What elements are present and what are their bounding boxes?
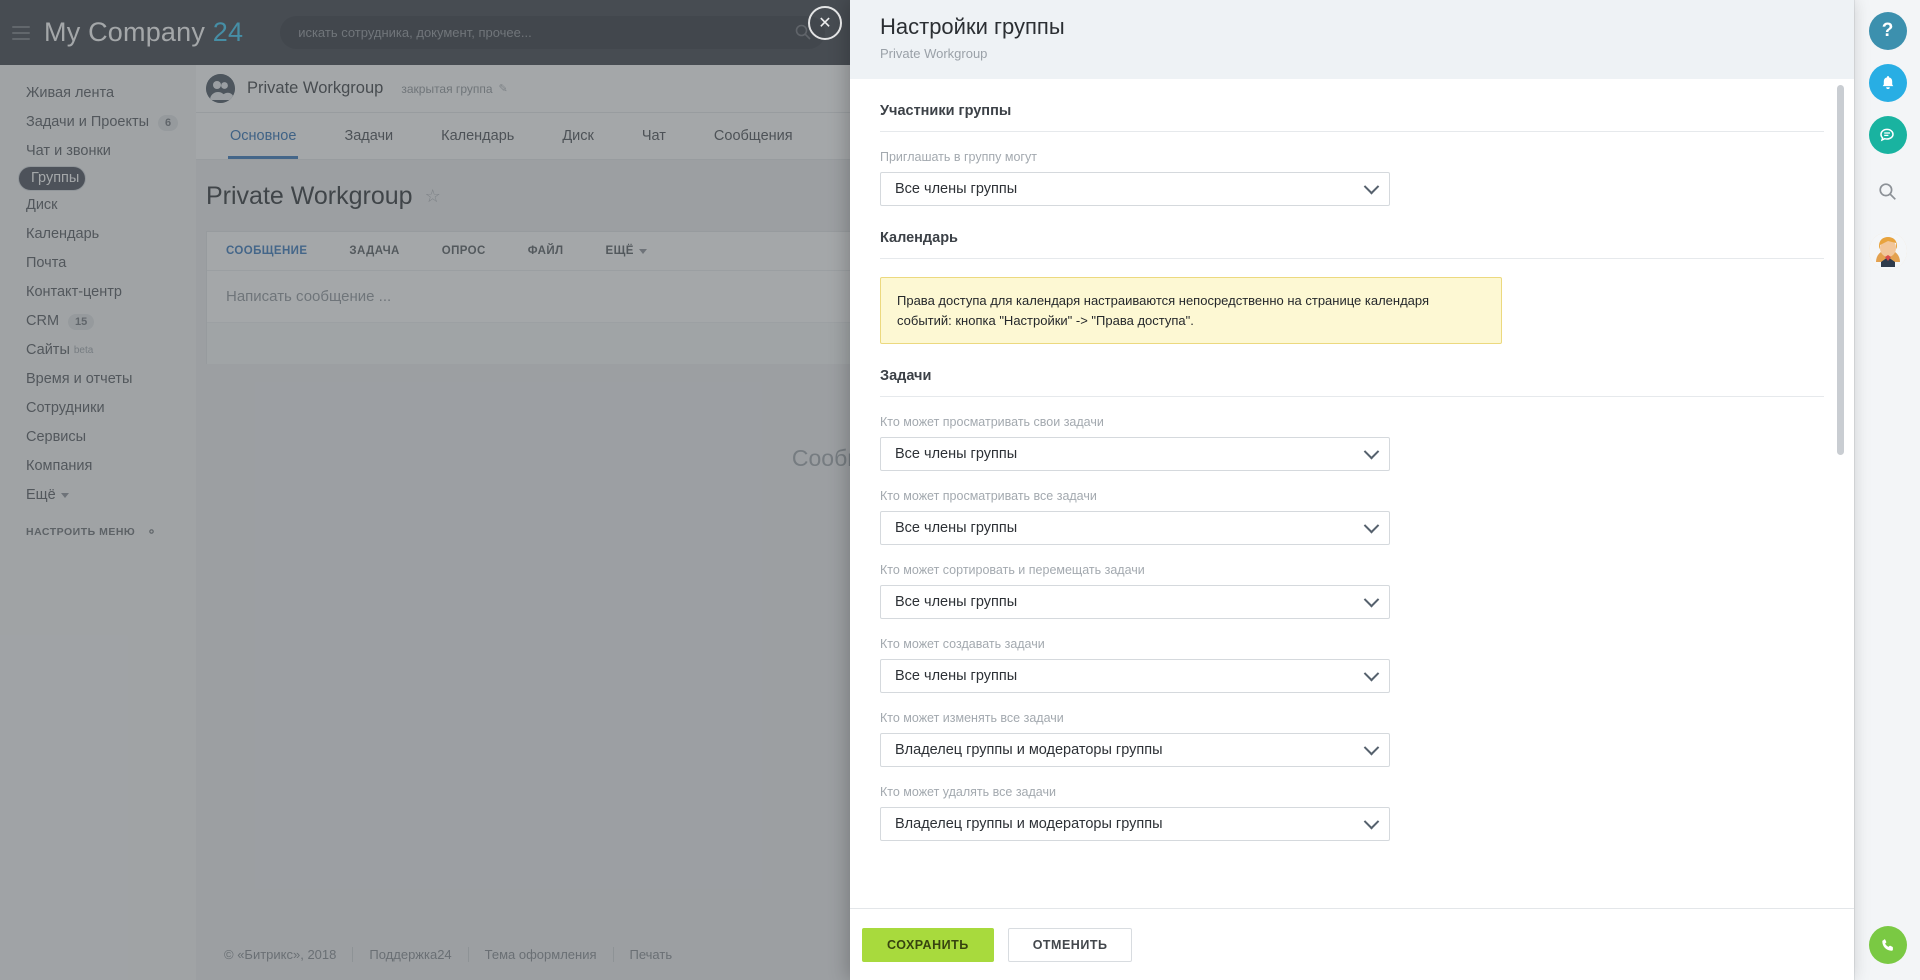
permission-select[interactable]: Владелец группы и модераторы группы [880, 807, 1390, 841]
chevron-down-icon [1364, 739, 1380, 755]
settings-field: Кто может просматривать свои задачи Все ч… [880, 397, 1824, 471]
settings-field: Кто может удалять все задачи Владелец гру… [880, 767, 1824, 841]
right-icon-rail: ? [1854, 0, 1920, 980]
chevron-down-icon [1364, 813, 1380, 829]
permission-select-value: Все члены группы [895, 668, 1017, 684]
field-label: Кто может просматривать свои задачи [880, 415, 1824, 429]
settings-field: Приглашать в группу могут Все члены групп… [880, 132, 1824, 206]
modal-footer: СОХРАНИТЬ ОТМЕНИТЬ [850, 908, 1854, 980]
calendar-notice: Права доступа для календаря настраиваютс… [880, 277, 1502, 344]
permission-select-value: Все члены группы [895, 594, 1017, 610]
permission-select-value: Владелец группы и модераторы группы [895, 816, 1163, 832]
permission-select-value: Все члены группы [895, 181, 1017, 197]
permission-select-value: Владелец группы и модераторы группы [895, 742, 1163, 758]
field-label: Приглашать в группу могут [880, 150, 1824, 164]
search-icon[interactable] [1869, 172, 1907, 210]
chevron-down-icon [1364, 443, 1380, 459]
chevron-down-icon [1364, 591, 1380, 607]
permission-select-value: Все члены группы [895, 520, 1017, 536]
help-label: ? [1882, 20, 1894, 42]
permission-select[interactable]: Все члены группы [880, 659, 1390, 693]
permission-select[interactable]: Все члены группы [880, 585, 1390, 619]
chevron-down-icon [1364, 665, 1380, 681]
chat-bubble-icon[interactable] [1869, 116, 1907, 154]
app-root: My Company 24 Живая лентаЗадачи и Проект… [0, 0, 1920, 980]
close-icon[interactable]: ✕ [808, 6, 842, 40]
settings-field: Кто может создавать задачи Все члены груп… [880, 619, 1824, 693]
modal-subtitle: Private Workgroup [880, 46, 1824, 61]
chevron-down-icon [1364, 178, 1380, 194]
field-label: Кто может сортировать и перемещать задач… [880, 563, 1824, 577]
cancel-button[interactable]: ОТМЕНИТЬ [1008, 928, 1133, 962]
group-settings-modal: ✕ Настройки группы Private Workgroup Уча… [850, 0, 1854, 980]
permission-select[interactable]: Все члены группы [880, 511, 1390, 545]
section-title: Задачи [880, 344, 1824, 397]
permission-select[interactable]: Все члены группы [880, 172, 1390, 206]
field-label: Кто может просматривать все задачи [880, 489, 1824, 503]
permission-select-value: Все члены группы [895, 446, 1017, 462]
field-label: Кто может удалять все задачи [880, 785, 1824, 799]
section-title: Календарь [880, 206, 1824, 259]
modal-body: Участники группыПриглашать в группу могу… [850, 79, 1854, 908]
phone-icon[interactable] [1869, 926, 1907, 964]
chevron-down-icon [1364, 517, 1380, 533]
modal-scrollbar-thumb[interactable] [1837, 85, 1844, 455]
section-title: Участники группы [880, 79, 1824, 132]
help-icon[interactable]: ? [1869, 12, 1907, 50]
modal-bottom-spacer [880, 841, 1824, 881]
permission-select[interactable]: Все члены группы [880, 437, 1390, 471]
modal-title: Настройки группы [880, 14, 1824, 40]
modal-scrollbar[interactable] [1837, 85, 1844, 845]
field-label: Кто может создавать задачи [880, 637, 1824, 651]
bell-icon[interactable] [1869, 64, 1907, 102]
field-label: Кто может изменять все задачи [880, 711, 1824, 725]
settings-field: Кто может изменять все задачи Владелец гр… [880, 693, 1824, 767]
permission-select[interactable]: Владелец группы и модераторы группы [880, 733, 1390, 767]
save-button[interactable]: СОХРАНИТЬ [862, 928, 994, 962]
settings-field: Кто может сортировать и перемещать задач… [880, 545, 1824, 619]
settings-field: Кто может просматривать все задачи Все чл… [880, 471, 1824, 545]
modal-header: Настройки группы Private Workgroup [850, 0, 1854, 79]
user-avatar-icon[interactable] [1869, 232, 1907, 270]
